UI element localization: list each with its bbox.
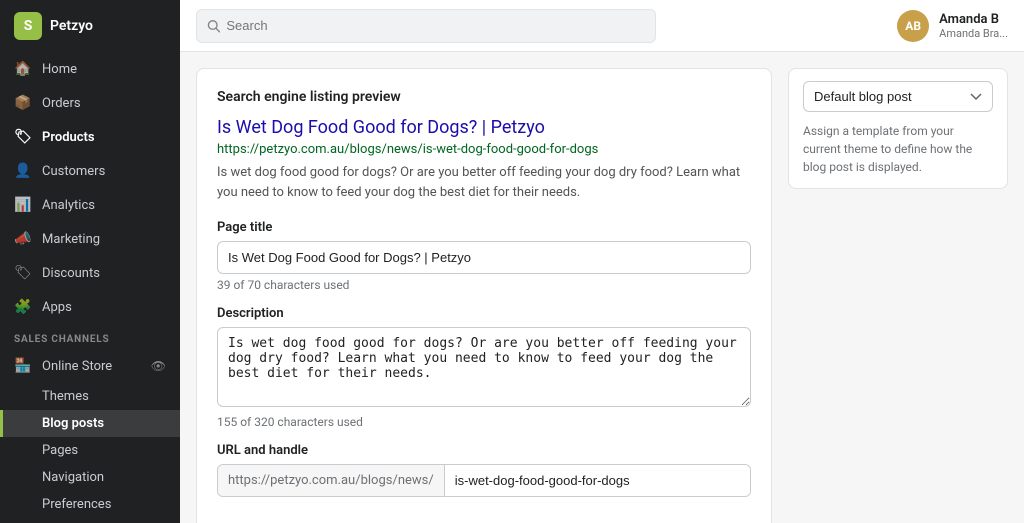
main-area: AB Amanda B Amanda Bra... Search engine … — [180, 0, 1024, 523]
customers-icon: 👤 — [14, 162, 32, 180]
products-icon: 🏷 — [14, 128, 32, 146]
seo-preview-url: https://petzyo.com.au/blogs/news/is-wet-… — [217, 142, 751, 157]
page-title-field: Page title 39 of 70 characters used — [217, 220, 751, 292]
sidebar-item-label: Analytics — [42, 198, 95, 213]
page-title-input[interactable] — [217, 241, 751, 274]
orders-icon: 📦 — [14, 94, 32, 112]
search-icon — [207, 19, 220, 33]
eye-icon[interactable]: 👁 — [151, 359, 166, 373]
sidebar-header: S Petzyo — [0, 0, 180, 52]
seo-preview-title[interactable]: Is Wet Dog Food Good for Dogs? | Petzyo — [217, 117, 751, 138]
page-title-label: Page title — [217, 220, 751, 235]
sales-channels-label: SALES CHANNELS — [0, 324, 180, 349]
marketing-icon: 📣 — [14, 230, 32, 248]
discounts-icon: 🏷 — [14, 264, 32, 282]
analytics-icon: 📊 — [14, 196, 32, 214]
sidebar-item-label: Discounts — [42, 266, 100, 281]
online-store-label: Online Store — [42, 359, 112, 374]
url-prefix: https://petzyo.com.au/blogs/news/ — [218, 465, 445, 496]
home-icon: 🏠 — [14, 60, 32, 78]
seo-preview-description: Is wet dog food good for dogs? Or are yo… — [217, 163, 751, 202]
description-field: Description 155 of 320 characters used — [217, 306, 751, 429]
url-field: URL and handle https://petzyo.com.au/blo… — [217, 443, 751, 497]
sidebar-item-marketing[interactable]: 📣 Marketing — [0, 222, 180, 256]
sidebar-item-label: Home — [42, 62, 77, 77]
url-field-wrapper: https://petzyo.com.au/blogs/news/ — [217, 464, 751, 497]
template-select-wrapper: Default blog post Assign a template from… — [788, 68, 1008, 189]
sidebar-item-analytics[interactable]: 📊 Analytics — [0, 188, 180, 222]
app-name: Petzyo — [50, 18, 93, 34]
sidebar-item-apps[interactable]: 🧩 Apps — [0, 290, 180, 324]
sidebar-item-online-store[interactable]: 🏪 Online Store 👁 — [0, 349, 180, 383]
apps-icon: 🧩 — [14, 298, 32, 316]
description-char-count: 155 of 320 characters used — [217, 415, 751, 429]
url-handle-input[interactable] — [445, 465, 750, 496]
topbar: AB Amanda B Amanda Bra... — [180, 0, 1024, 52]
sidebar: S Petzyo 🏠 Home 📦 Orders 🏷 Products 👤 Cu… — [0, 0, 180, 523]
right-panel: Default blog post Assign a template from… — [788, 68, 1008, 507]
shopify-logo: S — [14, 12, 42, 40]
sidebar-sub-themes[interactable]: Themes — [0, 383, 180, 410]
description-textarea[interactable] — [217, 327, 751, 407]
content: Search engine listing preview Is Wet Dog… — [180, 52, 1024, 523]
sidebar-item-products[interactable]: 🏷 Products — [0, 120, 180, 154]
sidebar-item-label: Customers — [42, 164, 105, 179]
sidebar-sub-navigation[interactable]: Navigation — [0, 464, 180, 491]
sidebar-item-label: Products — [42, 130, 95, 145]
seo-section-title: Search engine listing preview — [217, 89, 751, 105]
sidebar-sub-pages[interactable]: Pages — [0, 437, 180, 464]
sidebar-item-point-of-sale[interactable]: 🛒 Point of Sale — [0, 518, 180, 523]
url-label: URL and handle — [217, 443, 751, 458]
template-description: Assign a template from your current them… — [803, 122, 993, 176]
sidebar-sub-preferences[interactable]: Preferences — [0, 491, 180, 518]
online-store-icon: 🏪 — [14, 357, 32, 375]
sidebar-item-home[interactable]: 🏠 Home — [0, 52, 180, 86]
sidebar-item-label: Orders — [42, 96, 81, 111]
sidebar-item-customers[interactable]: 👤 Customers — [0, 154, 180, 188]
search-bar[interactable] — [196, 9, 656, 43]
sidebar-item-label: Marketing — [42, 232, 100, 247]
user-info: Amanda B Amanda Bra... — [939, 12, 1008, 40]
user-name: Amanda B — [939, 12, 1008, 27]
sidebar-item-label: Apps — [42, 300, 72, 315]
avatar: AB — [897, 10, 929, 42]
sidebar-sub-blog-posts[interactable]: Blog posts — [0, 410, 180, 437]
page-title-char-count: 39 of 70 characters used — [217, 278, 751, 292]
topbar-right: AB Amanda B Amanda Bra... — [897, 10, 1008, 42]
sidebar-item-discounts[interactable]: 🏷 Discounts — [0, 256, 180, 290]
search-input[interactable] — [226, 18, 645, 33]
template-select[interactable]: Default blog post — [803, 81, 993, 112]
user-sub: Amanda Bra... — [939, 27, 1008, 40]
sidebar-item-orders[interactable]: 📦 Orders — [0, 86, 180, 120]
description-label: Description — [217, 306, 751, 321]
main-panel: Search engine listing preview Is Wet Dog… — [196, 68, 772, 507]
seo-preview-card: Search engine listing preview Is Wet Dog… — [196, 68, 772, 523]
